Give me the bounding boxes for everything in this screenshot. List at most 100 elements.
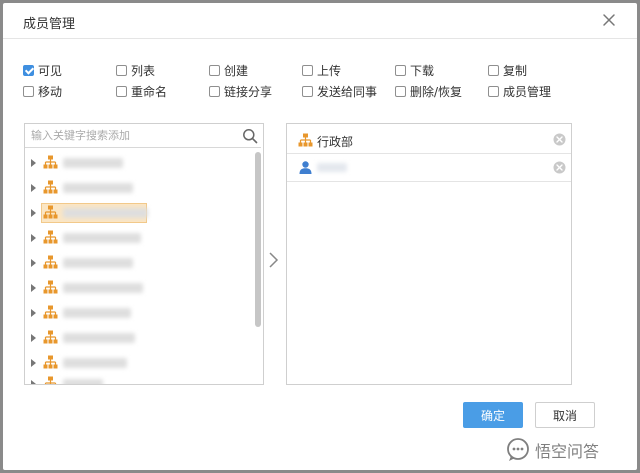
member-management-dialog: 成员管理 可见 列表 创建 上传 下载 复制 移动 重命名 链接分享 发送给同事…	[3, 3, 637, 470]
org-icon	[298, 133, 313, 147]
perm-label: 链接分享	[224, 85, 273, 99]
chevron-right-icon[interactable]	[267, 251, 279, 269]
perm-list[interactable]: 列表	[116, 62, 155, 79]
dialog-header: 成员管理	[3, 3, 637, 39]
perm-delete-restore[interactable]: 删除/恢复	[395, 83, 462, 100]
tree-item[interactable]	[25, 374, 250, 384]
watermark-text: 悟空问答	[535, 442, 600, 461]
remove-icon[interactable]	[553, 161, 566, 174]
perm-download[interactable]: 下载	[395, 62, 434, 79]
redacted-text	[63, 358, 127, 368]
dialog-title: 成员管理	[23, 17, 76, 32]
redacted-text	[63, 379, 103, 384]
org-icon	[43, 305, 58, 319]
caret-right-icon[interactable]	[31, 359, 36, 367]
perm-member-manage[interactable]: 成员管理	[488, 83, 551, 100]
perm-send-colleague[interactable]: 发送给同事	[302, 83, 377, 100]
perm-create[interactable]: 创建	[209, 62, 248, 79]
perm-label: 发送给同事	[317, 85, 378, 99]
tree-item[interactable]	[25, 203, 250, 223]
redacted-text	[63, 258, 133, 268]
checkbox[interactable]	[395, 65, 406, 76]
redacted-text	[63, 158, 123, 168]
perm-label: 上传	[317, 64, 342, 78]
cancel-button[interactable]: 取消	[535, 402, 595, 428]
perm-label: 列表	[131, 64, 156, 78]
selected-item-label: 行政部	[317, 135, 354, 149]
checkbox[interactable]	[395, 86, 406, 97]
perm-link-share[interactable]: 链接分享	[209, 83, 272, 100]
redacted-text	[63, 283, 143, 293]
scrollbar[interactable]	[254, 149, 262, 383]
watermark: 悟空问答	[505, 437, 599, 463]
tree-item[interactable]	[25, 153, 250, 173]
perm-label: 可见	[38, 64, 63, 78]
redacted-text	[63, 183, 133, 193]
tree-item[interactable]	[25, 353, 250, 373]
selected-members-panel: 行政部	[286, 123, 572, 385]
org-icon	[43, 280, 58, 294]
checkbox[interactable]	[302, 86, 313, 97]
redacted-text	[63, 308, 131, 318]
redacted-text	[63, 208, 148, 218]
tree-item[interactable]	[25, 253, 250, 273]
perm-visible[interactable]: 可见	[23, 62, 62, 79]
org-icon	[44, 376, 57, 384]
tree-item[interactable]	[25, 278, 250, 298]
tree-item[interactable]	[25, 228, 250, 248]
checkbox[interactable]	[116, 86, 127, 97]
perm-copy[interactable]: 复制	[488, 62, 527, 79]
selected-item: 行政部	[287, 126, 571, 154]
checkbox[interactable]	[302, 65, 313, 76]
caret-right-icon[interactable]	[31, 234, 36, 242]
org-icon	[43, 330, 58, 344]
checkbox[interactable]	[23, 86, 34, 97]
org-icon	[43, 355, 58, 369]
checkbox[interactable]	[488, 86, 499, 97]
org-icon	[43, 255, 58, 269]
tree-item[interactable]	[25, 328, 250, 348]
caret-right-icon[interactable]	[31, 284, 36, 292]
org-tree-panel	[24, 123, 264, 385]
caret-right-icon[interactable]	[31, 184, 36, 192]
tree-item[interactable]	[25, 303, 250, 323]
caret-right-icon[interactable]	[31, 159, 36, 167]
redacted-text	[63, 333, 135, 343]
speech-bubble-icon	[507, 438, 529, 461]
perm-label: 成员管理	[503, 85, 552, 99]
caret-right-icon[interactable]	[31, 334, 36, 342]
redacted-text	[63, 233, 141, 243]
perm-label: 下载	[410, 64, 435, 78]
perm-upload[interactable]: 上传	[302, 62, 341, 79]
remove-icon[interactable]	[553, 133, 566, 146]
perm-label: 删除/恢复	[410, 85, 463, 99]
selected-item	[287, 154, 571, 182]
caret-right-icon[interactable]	[31, 309, 36, 317]
perm-label: 复制	[503, 64, 528, 78]
caret-right-icon[interactable]	[31, 259, 36, 267]
checkbox[interactable]	[209, 86, 220, 97]
perm-label: 移动	[38, 85, 63, 99]
org-icon	[43, 205, 58, 219]
caret-right-icon[interactable]	[31, 380, 36, 384]
checkbox[interactable]	[116, 65, 127, 76]
org-icon	[43, 155, 58, 169]
search-icon[interactable]	[242, 128, 258, 144]
close-icon[interactable]	[601, 12, 617, 28]
user-icon	[299, 161, 312, 174]
checkbox[interactable]	[209, 65, 220, 76]
redacted-text	[317, 163, 347, 172]
checkbox[interactable]	[488, 65, 499, 76]
scrollbar-thumb[interactable]	[255, 152, 261, 327]
perm-move[interactable]: 移动	[23, 83, 62, 100]
perm-label: 重命名	[131, 85, 168, 99]
org-icon	[43, 180, 58, 194]
perm-rename[interactable]: 重命名	[116, 83, 167, 100]
confirm-button[interactable]: 确定	[463, 402, 523, 428]
caret-right-icon[interactable]	[31, 209, 36, 217]
checkbox[interactable]	[23, 65, 34, 76]
tree-item[interactable]	[25, 178, 250, 198]
search-input[interactable]	[25, 124, 261, 148]
org-icon	[43, 230, 58, 244]
perm-label: 创建	[224, 64, 249, 78]
